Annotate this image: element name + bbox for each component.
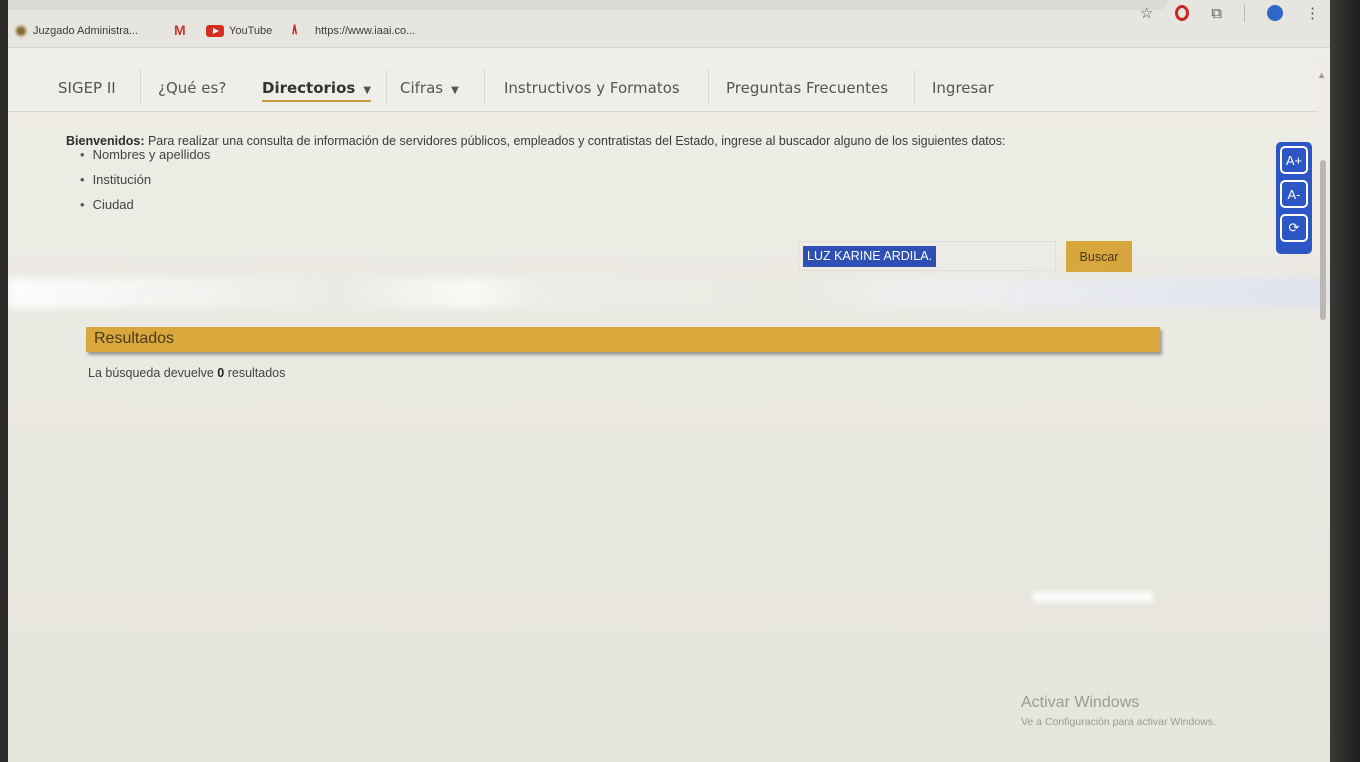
reset-icon[interactable]: ⟳ xyxy=(1280,214,1308,242)
welcome-body: Para realizar una consulta de informació… xyxy=(144,134,1006,148)
bookmark-iaai[interactable]: https://www.iaai.co... xyxy=(292,22,415,40)
scroll-up-arrow-icon[interactable]: ▲ xyxy=(1317,70,1326,80)
youtube-icon xyxy=(206,25,224,37)
browser-toolbar-icons: ☆ ⧉ ⋮ xyxy=(1140,4,1320,22)
accessibility-panel: A+ A- ⟳ xyxy=(1276,142,1312,254)
omnibox-edge xyxy=(8,0,1168,10)
search-criteria-list: Nombres y apellidos Institución Ciudad xyxy=(80,146,211,221)
nav-ingresar[interactable]: Ingresar xyxy=(932,74,994,102)
bookmark-label: https://www.iaai.co... xyxy=(315,25,416,37)
nav-divider xyxy=(140,70,141,104)
results-prefix: La búsqueda devuelve xyxy=(88,366,218,380)
nav-directorios-label: Directorios xyxy=(262,79,356,97)
nav-sigep[interactable]: SIGEP II xyxy=(58,74,116,102)
bookmark-gmail[interactable] xyxy=(174,22,195,40)
profile-avatar-icon[interactable] xyxy=(1267,5,1283,21)
star-icon[interactable]: ☆ xyxy=(1140,4,1153,22)
font-decrease-button[interactable]: A- xyxy=(1280,180,1308,208)
results-suffix: resultados xyxy=(224,366,286,380)
toolbar-divider xyxy=(1244,4,1245,22)
nav-que-es[interactable]: ¿Qué es? xyxy=(158,74,226,102)
page-scrollbar[interactable] xyxy=(1320,160,1326,320)
main-nav: SIGEP II ¿Qué es? Directorios ▼ Cifras ▼ I… xyxy=(8,60,1318,112)
results-title: Resultados xyxy=(94,330,175,347)
list-item: Institución xyxy=(80,171,210,196)
bookmarks-bar: Juzgado Administra... YouTube https://ww… xyxy=(8,0,1330,48)
bookmark-label: Juzgado Administra... xyxy=(33,25,139,37)
browser-screen: Juzgado Administra... YouTube https://ww… xyxy=(8,0,1330,762)
nav-divider xyxy=(484,70,485,104)
nav-divider xyxy=(708,70,709,104)
screen-glare xyxy=(8,278,1330,308)
nav-cifras[interactable]: Cifras ▼ xyxy=(400,74,459,102)
nav-directorios[interactable]: Directorios ▼ xyxy=(262,74,372,102)
search-input[interactable]: LUZ KARINE ARDILA. xyxy=(803,246,937,267)
iaai-icon xyxy=(292,22,310,37)
nav-cifras-label: Cifras xyxy=(400,79,444,97)
results-summary: La búsqueda devuelve 0 resultados xyxy=(88,366,285,380)
court-icon xyxy=(14,24,28,38)
gmail-icon xyxy=(174,22,190,38)
list-item: Nombres y apellidos xyxy=(80,146,211,171)
menu-kebab-icon[interactable]: ⋮ xyxy=(1305,4,1320,22)
caret-down-icon: ▼ xyxy=(363,85,372,96)
font-increase-button[interactable]: A+ xyxy=(1280,146,1308,174)
watermark-title: Activar Windows xyxy=(1021,694,1140,711)
nav-preguntas[interactable]: Preguntas Frecuentes xyxy=(726,74,888,102)
screen-glare xyxy=(1033,592,1153,602)
nav-divider xyxy=(386,70,387,104)
windows-activation-watermark: Activar Windows Ve a Configuración para … xyxy=(1021,694,1216,728)
caret-down-icon: ▼ xyxy=(451,85,459,96)
monitor-bezel xyxy=(1330,0,1360,762)
watermark-subtitle: Ve a Configuración para activar Windows. xyxy=(1021,716,1216,728)
opera-icon[interactable] xyxy=(1175,5,1190,21)
nav-instructivos[interactable]: Instructivos y Formatos xyxy=(504,74,680,102)
bookmark-juzgado[interactable]: Juzgado Administra... xyxy=(14,22,138,40)
extensions-icon[interactable]: ⧉ xyxy=(1211,5,1222,22)
results-header: Resultados xyxy=(86,327,1160,352)
bookmark-label: YouTube xyxy=(229,25,273,37)
bookmark-youtube[interactable]: YouTube xyxy=(206,22,272,40)
search-button[interactable]: Buscar xyxy=(1066,241,1132,272)
nav-divider xyxy=(914,70,915,104)
list-item: Ciudad xyxy=(80,196,210,221)
search-box[interactable]: LUZ KARINE ARDILA. xyxy=(798,241,1056,271)
